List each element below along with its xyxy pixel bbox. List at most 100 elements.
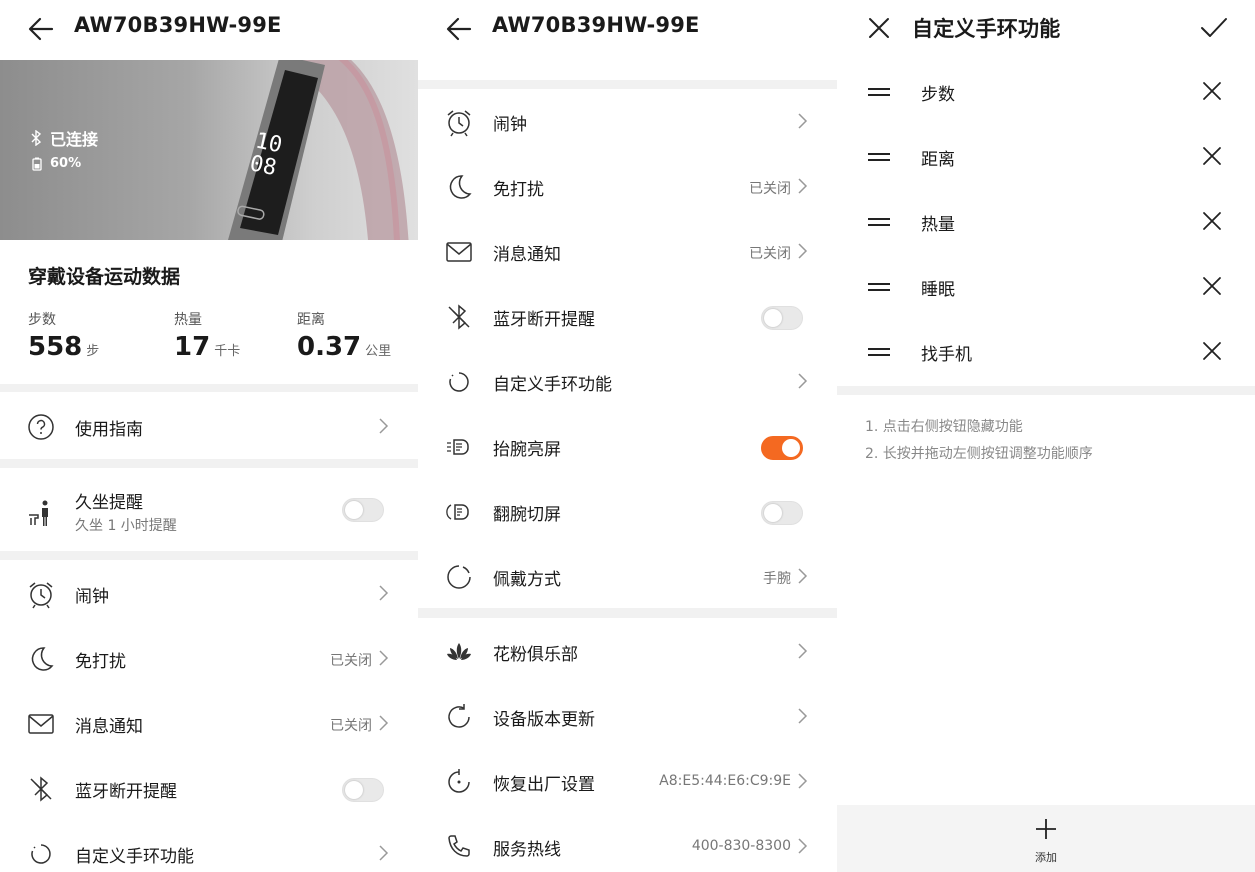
- usage-guide-row[interactable]: 使用指南: [0, 394, 418, 459]
- p2-row-flip-wrist-label: 翻腕切屏: [493, 505, 561, 525]
- p2-row-dnd-label: 免打扰: [493, 180, 544, 200]
- envelope-icon: [444, 237, 474, 267]
- moon-icon: [26, 644, 56, 674]
- sedentary-sub: 久坐 1 小时提醒: [75, 518, 177, 534]
- divider: [418, 608, 837, 618]
- stat-distance-unit: 公里: [365, 344, 392, 359]
- plus-icon: [1034, 817, 1058, 841]
- function-item: 睡眠: [837, 255, 1255, 320]
- p2-row-raise-wrist: 抬腕亮屏: [418, 414, 837, 479]
- add-button[interactable]: 添加: [837, 805, 1255, 872]
- p2-row-update[interactable]: 设备版本更新: [418, 684, 837, 749]
- check-icon[interactable]: [1199, 14, 1229, 42]
- question-circle-icon: [26, 412, 56, 442]
- p1-row-bt-label: 蓝牙断开提醒: [75, 782, 177, 802]
- p1-row-notify[interactable]: 消息通知 已关闭: [0, 691, 418, 756]
- p2-row-custom[interactable]: 自定义手环功能: [418, 349, 837, 414]
- function-item: 找手机: [837, 320, 1255, 385]
- device-title: AW70B39HW-99E: [74, 13, 282, 37]
- raise-wrist-toggle[interactable]: [761, 436, 803, 460]
- back-arrow-icon[interactable]: [444, 14, 474, 44]
- p2-row-hotline[interactable]: 服务热线 400-830-8300: [418, 814, 837, 872]
- p1-row-alarm[interactable]: 闹钟: [0, 561, 418, 626]
- function-item: 热量: [837, 190, 1255, 255]
- p2-row-wear[interactable]: 佩戴方式 手腕: [418, 544, 837, 609]
- drag-handle-icon[interactable]: [867, 84, 891, 100]
- bluetooth-off-icon: [26, 774, 56, 804]
- p1-bt-toggle[interactable]: [342, 778, 384, 802]
- function-item-label: 热量: [921, 215, 955, 235]
- remove-icon[interactable]: [1201, 145, 1223, 167]
- customize-functions-panel: 自定义手环功能 步数 距离 热量 睡眠 找手机 1. 点击右侧按钮隐藏功能 2.…: [837, 0, 1255, 872]
- battery-status: 60%: [32, 156, 81, 171]
- device-overview-panel: AW70B39HW-99E 已连接 60% 10 08 穿戴设备运动数据 步数 …: [0, 0, 418, 872]
- p2-row-custom-label: 自定义手环功能: [493, 375, 612, 395]
- p1-row-dnd-value: 已关闭: [330, 653, 372, 669]
- p1-row-custom[interactable]: 自定义手环功能: [0, 821, 418, 872]
- p2-row-flip-wrist: 翻腕切屏: [418, 479, 837, 544]
- p2-row-reset[interactable]: 恢复出厂设置 A8:E5:44:E6:C9:9E: [418, 749, 837, 814]
- top-bar: AW70B39HW-99E: [418, 0, 837, 58]
- p2-bt-toggle[interactable]: [761, 306, 803, 330]
- stat-calories: 17 千卡: [174, 332, 240, 362]
- chevron-right-icon: [376, 843, 390, 863]
- p1-row-dnd-label: 免打扰: [75, 652, 126, 672]
- toggle-knob: [345, 501, 363, 519]
- remove-icon[interactable]: [1201, 80, 1223, 102]
- device-settings-panel: AW70B39HW-99E 闹钟 免打扰 已关闭 消息通知 已关闭 蓝牙断开提醒…: [418, 0, 837, 872]
- sedentary-label: 久坐提醒: [75, 493, 143, 513]
- stat-calories-unit: 千卡: [214, 344, 241, 359]
- back-arrow-icon[interactable]: [26, 14, 56, 44]
- stat-label-steps: 步数: [28, 312, 56, 328]
- chevron-right-icon: [795, 566, 809, 586]
- function-item: 距离: [837, 125, 1255, 190]
- connection-status: 已连接: [30, 126, 98, 150]
- flip-wrist-toggle[interactable]: [761, 501, 803, 525]
- toggle-knob: [764, 309, 782, 327]
- close-icon[interactable]: [865, 14, 893, 42]
- reset-icon: [444, 767, 474, 797]
- p2-row-bt: 蓝牙断开提醒: [418, 284, 837, 349]
- drag-handle-icon[interactable]: [867, 149, 891, 165]
- p1-row-custom-label: 自定义手环功能: [75, 847, 194, 867]
- customize-title: 自定义手环功能: [912, 17, 1061, 41]
- p2-row-dnd[interactable]: 免打扰 已关闭: [418, 154, 837, 219]
- add-button-label: 添加: [1035, 851, 1057, 864]
- function-item: 步数: [837, 60, 1255, 125]
- divider: [837, 386, 1255, 395]
- divider: [0, 551, 418, 560]
- wear-circle-icon: [444, 562, 474, 592]
- p2-row-alarm-label: 闹钟: [493, 115, 527, 135]
- chevron-right-icon: [795, 836, 809, 856]
- chevron-right-icon: [795, 111, 809, 131]
- sedentary-toggle[interactable]: [342, 498, 384, 522]
- stat-steps: 558 步: [28, 332, 99, 362]
- remove-icon[interactable]: [1201, 340, 1223, 362]
- band-image: 10 08: [200, 60, 418, 240]
- p2-row-notify[interactable]: 消息通知 已关闭: [418, 219, 837, 284]
- p2-row-hotline-value: 400-830-8300: [691, 838, 791, 854]
- remove-icon[interactable]: [1201, 275, 1223, 297]
- function-item-label: 距离: [921, 150, 955, 170]
- function-item-label: 步数: [921, 85, 955, 105]
- divider: [0, 384, 418, 392]
- p1-row-dnd[interactable]: 免打扰 已关闭: [0, 626, 418, 691]
- update-icon: [444, 702, 474, 732]
- p2-row-alarm[interactable]: 闹钟: [418, 89, 837, 154]
- p2-row-club[interactable]: 花粉俱乐部: [418, 619, 837, 684]
- sedentary-reminder-row: 久坐提醒 久坐 1 小时提醒: [0, 476, 418, 552]
- divider: [0, 459, 418, 468]
- wrist-raise-icon: [444, 432, 474, 462]
- remove-icon[interactable]: [1201, 210, 1223, 232]
- stat-calories-value: 17: [174, 332, 211, 362]
- p2-row-notify-label: 消息通知: [493, 245, 561, 265]
- toggle-knob: [345, 781, 363, 799]
- envelope-icon: [26, 709, 56, 739]
- drag-handle-icon[interactable]: [867, 279, 891, 295]
- p2-row-reset-label: 恢复出厂设置: [493, 775, 595, 795]
- p2-row-wear-label: 佩戴方式: [493, 570, 561, 590]
- drag-handle-icon[interactable]: [867, 344, 891, 360]
- p2-row-notify-value: 已关闭: [749, 246, 791, 262]
- function-item-label: 睡眠: [921, 280, 955, 300]
- drag-handle-icon[interactable]: [867, 214, 891, 230]
